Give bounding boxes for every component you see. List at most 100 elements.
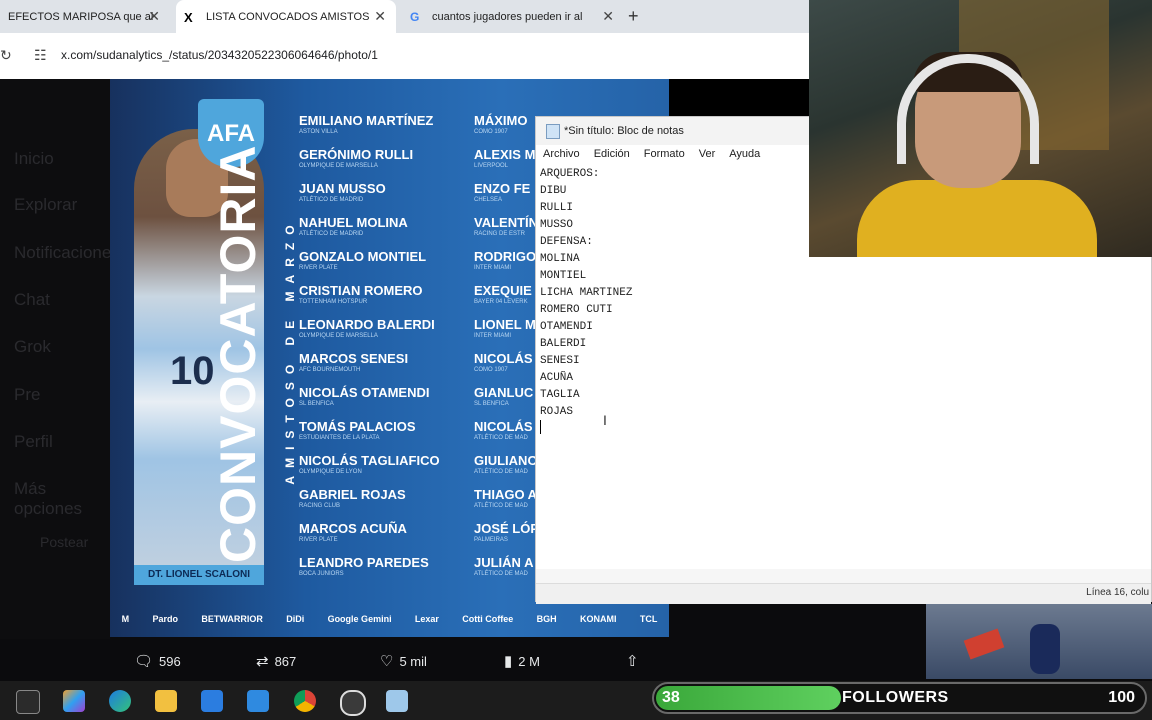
menu-edicion[interactable]: Edición xyxy=(587,145,637,167)
player-name: GIANLUC xyxy=(474,385,534,400)
close-tab-icon[interactable]: ✕ xyxy=(602,8,614,25)
player-club: RACING DE ESTR xyxy=(474,231,526,237)
new-tab-icon[interactable]: + xyxy=(628,6,639,27)
sidebar-item-mas-opciones[interactable]: Más opciones xyxy=(14,479,110,519)
sidebar-item-premium[interactable]: Pre xyxy=(14,385,40,405)
followers-count: 38 xyxy=(662,689,680,706)
browser-tab[interactable]: G cuantos jugadores pueden ir al ✕ xyxy=(402,0,624,33)
notepad-icon xyxy=(546,124,560,139)
share-button[interactable]: ⇧ xyxy=(626,652,639,670)
player-name: JULIÁN A xyxy=(474,555,534,570)
tab-title: LISTA CONVOCADOS AMISTOS xyxy=(206,10,370,23)
share-icon: ⇧ xyxy=(626,653,639,670)
copilot-icon[interactable] xyxy=(63,690,85,712)
close-tab-icon[interactable]: ✕ xyxy=(374,8,386,25)
tab-title: cuantos jugadores pueden ir al xyxy=(432,10,583,23)
player-club: LIVERPOOL xyxy=(474,163,509,169)
player-name: EXEQUIE xyxy=(474,283,532,298)
player-name: RODRIGO xyxy=(474,249,537,264)
followers-goal: 100 xyxy=(1108,689,1135,706)
player-name: MARCOS SENESI xyxy=(299,351,409,366)
url-field[interactable]: x.com/sudanalytics_/status/2034320522306… xyxy=(61,48,378,62)
tab-title: EFECTOS MARIPOSA que al xyxy=(8,10,154,23)
player-name: LEANDRO PAREDES xyxy=(299,555,429,570)
player-entry: GERÓNIMO RULLI OLYMPIQUE DE MARSELLA xyxy=(299,147,413,169)
menu-archivo[interactable]: Archivo xyxy=(536,145,587,167)
followers-label: FOLLOWERS xyxy=(842,689,949,706)
notepad-taskbar-icon[interactable] xyxy=(386,690,408,712)
task-view-icon[interactable] xyxy=(16,690,40,714)
sidebar-item-explorar[interactable]: Explorar xyxy=(14,195,77,215)
followers-goal-widget: 38 FOLLOWERS 100 xyxy=(652,682,1147,714)
menu-ver[interactable]: Ver xyxy=(692,145,723,167)
reply-button[interactable]: 🗨 596 xyxy=(134,652,181,670)
sidebar-item-perfil[interactable]: Perfil xyxy=(14,432,53,452)
player-name: GONZALO MONTIEL xyxy=(299,249,427,264)
browser-tab-active[interactable]: X LISTA CONVOCADOS AMISTOS ✕ xyxy=(176,0,396,33)
player-entry: EXEQUIE BAYER 04 LEVERK xyxy=(474,283,532,305)
google-icon: G xyxy=(410,9,420,24)
player-club: ATLÉTICO DE MAD xyxy=(474,571,528,577)
player-entry: GONZALO MONTIEL RIVER PLATE xyxy=(299,249,426,271)
address-bar: ↻ ☷ x.com/sudanalytics_/status/203432052… xyxy=(0,33,810,79)
sidebar-item-chat[interactable]: Chat xyxy=(14,290,50,310)
player-entry: NICOLÁS TAGLIAFICO OLYMPIQUE DE LYON xyxy=(299,453,440,475)
chrome-icon[interactable] xyxy=(294,690,316,712)
sidebar-item-inicio[interactable]: Inicio xyxy=(14,149,54,169)
player-name: LIONEL M xyxy=(474,317,536,332)
like-button[interactable]: ♡ 5 mil xyxy=(380,652,427,670)
player-entry: MÁXIMO COMO 1907 xyxy=(474,113,527,135)
obs-icon[interactable] xyxy=(340,690,366,716)
player-name: TOMÁS PALACIOS xyxy=(299,419,416,434)
player-club: OLYMPIQUE DE MARSELLA xyxy=(299,163,378,169)
player-name: JUAN MUSSO xyxy=(299,181,386,196)
player-club: ATLÉTICO DE MAD xyxy=(474,435,528,441)
sponsor-logo: BETWARRIOR xyxy=(201,614,263,624)
player-club: RACING CLUB xyxy=(299,503,341,509)
file-explorer-icon[interactable] xyxy=(155,690,177,712)
bar-chart-icon: ▮ xyxy=(504,653,513,670)
player-entry: ENZO FE CHELSEA xyxy=(474,181,530,203)
player-entry: TOMÁS PALACIOS ESTUDIANTES DE LA PLATA xyxy=(299,419,416,441)
player-entry: EMILIANO MARTÍNEZ ASTON VILLA xyxy=(299,113,433,135)
horizontal-scrollbar[interactable] xyxy=(536,569,1151,583)
outlook-icon[interactable] xyxy=(247,690,269,712)
streamer-body xyxy=(857,180,1097,257)
sidebar-item-notificaciones[interactable]: Notificaciones xyxy=(14,243,120,263)
sidebar-item-grok[interactable]: Grok xyxy=(14,337,51,357)
player-club: ATLÉTICO DE MADRID xyxy=(299,231,364,237)
notepad-text-area[interactable]: ARQUEROS: DIBU RULLI MUSSO DEFENSA: MOLI… xyxy=(540,166,632,421)
post-button[interactable]: Postear xyxy=(40,534,88,550)
player-name: GERÓNIMO RULLI xyxy=(299,147,414,162)
player-name: EMILIANO MARTÍNEZ xyxy=(299,113,434,128)
browser-tab[interactable]: EFECTOS MARIPOSA que al ✕ xyxy=(0,0,170,33)
site-settings-icon[interactable]: ☷ xyxy=(34,47,47,64)
player-entry: NICOLÁS ATLÉTICO DE MAD xyxy=(474,419,533,441)
text-caret xyxy=(540,420,541,434)
player-club: TOTTENHAM HOTSPUR xyxy=(299,299,368,305)
sponsor-logo: BGH xyxy=(536,614,557,624)
player-club: ATLÉTICO DE MAD xyxy=(474,469,528,475)
player-name: NICOLÁS xyxy=(474,351,533,366)
repost-button[interactable]: ⇄ 867 xyxy=(256,652,296,670)
player-name: THIAGO A xyxy=(474,487,538,502)
player-entry: LEONARDO BALERDI OLYMPIQUE DE MARSELLA xyxy=(299,317,435,339)
views-button[interactable]: ▮ 2 M xyxy=(504,652,540,670)
player-club: BAYER 04 LEVERK xyxy=(474,299,528,305)
player-name: GIULIANO xyxy=(474,453,538,468)
reload-icon[interactable]: ↻ xyxy=(0,47,12,64)
player-figure xyxy=(1030,624,1060,674)
menu-formato[interactable]: Formato xyxy=(637,145,692,167)
player-club: RIVER PLATE xyxy=(299,537,338,543)
player-entry: LIONEL M INTER MIAMI xyxy=(474,317,536,339)
edge-icon[interactable] xyxy=(109,690,131,712)
repost-icon: ⇄ xyxy=(256,653,269,670)
close-tab-icon[interactable]: ✕ xyxy=(148,8,160,25)
player-entry: MARCOS ACUÑA RIVER PLATE xyxy=(299,521,407,543)
player-entry: JULIÁN A ATLÉTICO DE MAD xyxy=(474,555,533,577)
store-icon[interactable] xyxy=(201,690,223,712)
player-name: ENZO FE xyxy=(474,181,531,196)
player-club: ATLÉTICO DE MAD xyxy=(474,503,528,509)
x-logo-icon: X xyxy=(184,9,193,25)
menu-ayuda[interactable]: Ayuda xyxy=(722,145,767,167)
